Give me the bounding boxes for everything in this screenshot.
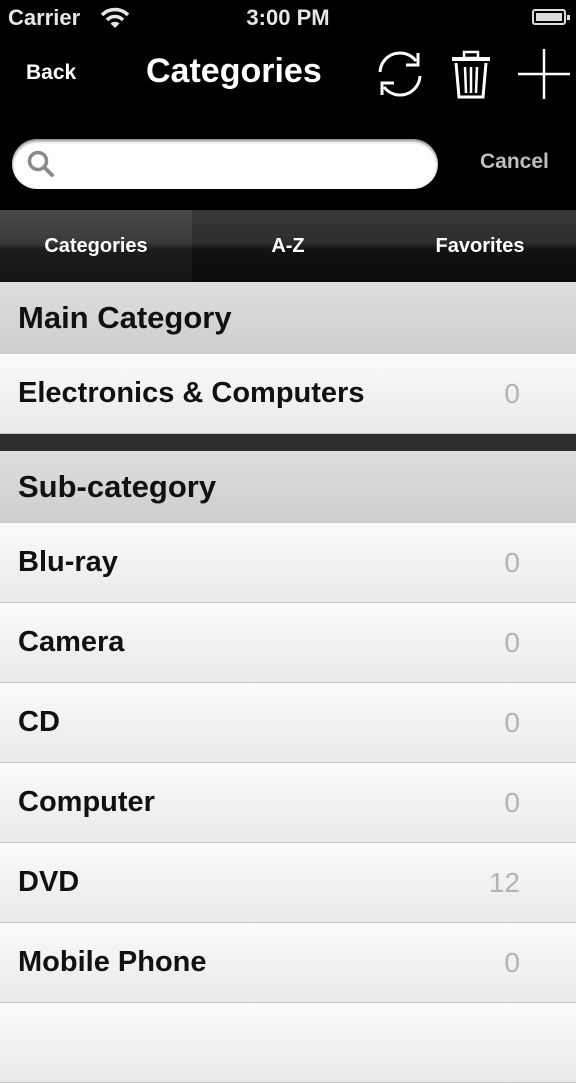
list-item[interactable]: Computer 0 bbox=[0, 763, 576, 843]
cancel-button[interactable]: Cancel bbox=[480, 150, 549, 174]
page-title: Categories bbox=[146, 52, 322, 90]
row-label: Electronics & Computers bbox=[18, 377, 365, 409]
row-count: 0 bbox=[504, 378, 520, 409]
row-label: Blu-ray bbox=[18, 546, 118, 578]
search-input[interactable] bbox=[64, 139, 428, 191]
row-label: Computer bbox=[18, 786, 155, 818]
row-count: 0 bbox=[504, 947, 520, 978]
section-header-sub: Sub-category bbox=[0, 451, 576, 523]
clock: 3:00 PM bbox=[246, 5, 330, 30]
navigation-bar: Back Categories bbox=[0, 36, 576, 120]
list-item[interactable]: Mobile Phone 0 bbox=[0, 923, 576, 1003]
search-field[interactable] bbox=[12, 139, 438, 191]
plus-icon[interactable] bbox=[514, 46, 570, 102]
tab-categories[interactable]: Categories bbox=[0, 210, 192, 282]
row-label: CD bbox=[18, 706, 60, 738]
list-item[interactable]: Electronics & Computers 0 bbox=[0, 354, 576, 434]
back-button[interactable]: Back bbox=[26, 61, 76, 85]
trash-icon[interactable] bbox=[443, 46, 499, 102]
row-count: 0 bbox=[504, 547, 520, 578]
row-count: 12 bbox=[488, 867, 520, 898]
search-icon bbox=[27, 150, 54, 177]
search-bar: Cancel bbox=[0, 120, 576, 210]
status-bar: Carrier 3:00 PM bbox=[0, 0, 576, 36]
row-count: 0 bbox=[504, 707, 520, 738]
row-count: 0 bbox=[504, 627, 520, 658]
row-label: Mobile Phone bbox=[18, 946, 207, 978]
list-item[interactable]: CD 0 bbox=[0, 683, 576, 763]
list-item[interactable]: DVD 12 bbox=[0, 843, 576, 923]
row-count: 0 bbox=[504, 787, 520, 818]
segmented-tabs: Categories A-Z Favorites bbox=[0, 210, 576, 282]
list-item[interactable]: Blu-ray 0 bbox=[0, 523, 576, 603]
row-label: DVD bbox=[18, 866, 80, 898]
tab-favorites[interactable]: Favorites bbox=[384, 210, 576, 282]
list-item[interactable] bbox=[0, 1003, 576, 1083]
section-header-main: Main Category bbox=[0, 282, 576, 354]
refresh-icon[interactable] bbox=[372, 46, 428, 102]
battery-icon bbox=[532, 9, 570, 25]
list-item[interactable]: Camera 0 bbox=[0, 603, 576, 683]
tab-a-z[interactable]: A-Z bbox=[192, 210, 384, 282]
category-table: Main Category Electronics & Computers 0 … bbox=[0, 282, 576, 1083]
section-separator bbox=[0, 434, 576, 451]
row-label: Camera bbox=[18, 626, 125, 658]
